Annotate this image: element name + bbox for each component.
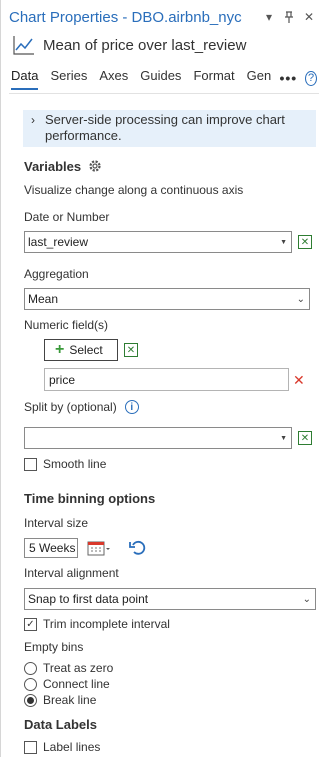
variables-description: Visualize change along a continuous axis: [24, 183, 244, 197]
interval-alignment-dropdown[interactable]: Snap to first data point ⌄: [24, 588, 316, 610]
aggregation-value: Mean: [28, 292, 59, 306]
radio-treat-zero-label: Treat as zero: [43, 661, 114, 675]
trim-row: ✓ Trim incomplete interval: [24, 617, 170, 631]
tab-axes[interactable]: Axes: [99, 66, 128, 90]
radio-break-line[interactable]: [24, 693, 37, 707]
select-fields-picker-button[interactable]: ✕: [124, 343, 138, 357]
chevron-right-icon: ›: [31, 113, 35, 127]
reset-icon[interactable]: [129, 539, 147, 559]
split-by-row: Split by (optional) i: [24, 400, 139, 414]
empty-bins-label: Empty bins: [24, 640, 84, 654]
pane-title-controls: ▾ ✕: [262, 10, 316, 24]
split-by-dropdown[interactable]: ▼: [24, 427, 292, 449]
remove-field-icon[interactable]: ✕: [293, 372, 305, 389]
dropdown-arrow-icon: ▼: [280, 238, 287, 246]
label-lines-label: Label lines: [43, 740, 101, 754]
select-fields-button[interactable]: + Select: [44, 339, 118, 361]
chevron-down-icon: ⌄: [296, 293, 305, 305]
chevron-down-icon[interactable]: ▾: [262, 10, 276, 24]
interval-size-value: 5 Weeks: [29, 541, 76, 555]
aggregation-label: Aggregation: [24, 267, 89, 281]
interval-size-input[interactable]: 5 Weeks: [24, 538, 78, 558]
radio-break-line-label: Break line: [43, 693, 97, 707]
more-tabs-icon[interactable]: •••: [279, 70, 297, 86]
info-icon[interactable]: i: [124, 400, 139, 414]
tab-data[interactable]: Data: [11, 66, 39, 90]
interval-alignment-value: Snap to first data point: [28, 592, 149, 606]
data-labels-heading: Data Labels: [24, 717, 97, 732]
field-picker-button[interactable]: ✕: [298, 235, 312, 249]
aggregation-dropdown[interactable]: Mean ⌄: [24, 288, 310, 310]
tab-divider: [9, 93, 319, 94]
label-lines-checkbox[interactable]: [24, 740, 37, 754]
radio-treat-zero-row: Treat as zero: [24, 661, 113, 675]
tab-strip: Data Series Axes Guides Format General •…: [11, 66, 317, 90]
select-button-label: Select: [69, 343, 103, 357]
radio-connect-line-row: Connect line: [24, 677, 110, 691]
interval-alignment-label: Interval alignment: [24, 566, 119, 580]
variables-heading-row: Variables: [24, 158, 103, 174]
banner-text: Server-side processing can improve chart…: [45, 112, 285, 143]
tab-format[interactable]: Format: [193, 66, 234, 90]
label-lines-row: Label lines: [24, 740, 100, 754]
smooth-line-label: Smooth line: [43, 457, 107, 471]
help-icon[interactable]: ?: [305, 70, 317, 86]
split-by-label: Split by (optional): [24, 400, 117, 414]
pane-title: Chart Properties - DBO.airbnb_nyc: [9, 9, 242, 26]
tab-general[interactable]: General: [247, 66, 272, 90]
smooth-line-checkbox[interactable]: [24, 457, 37, 471]
radio-break-line-row: Break line: [24, 693, 96, 707]
date-number-value: last_review: [28, 235, 89, 249]
tab-series[interactable]: Series: [50, 66, 87, 90]
trim-label: Trim incomplete interval: [43, 617, 170, 631]
chart-properties-pane: Chart Properties - DBO.airbnb_nyc ▾ ✕ Me…: [0, 0, 324, 757]
numeric-field-value: price: [49, 372, 76, 387]
server-side-banner[interactable]: › Server-side processing can improve cha…: [23, 110, 316, 147]
line-chart-icon: [13, 36, 34, 55]
chevron-down-icon: ⌄: [302, 593, 311, 605]
gear-icon[interactable]: [87, 158, 103, 174]
chart-subtitle: Mean of price over last_review: [13, 33, 246, 57]
numeric-field-entry[interactable]: price: [44, 368, 289, 391]
pin-icon[interactable]: [282, 10, 296, 24]
variables-heading: Variables: [24, 158, 82, 174]
dropdown-arrow-icon: ▼: [280, 434, 287, 442]
date-number-label: Date or Number: [24, 210, 110, 224]
interval-size-label: Interval size: [24, 516, 89, 530]
tab-guides[interactable]: Guides: [140, 66, 181, 90]
date-number-dropdown[interactable]: last_review ▼: [24, 231, 292, 253]
radio-treat-zero[interactable]: [24, 661, 37, 675]
trim-checkbox[interactable]: ✓: [24, 617, 37, 631]
radio-connect-line-label: Connect line: [43, 677, 110, 691]
time-binning-heading: Time binning options: [24, 491, 156, 506]
plus-icon: +: [55, 341, 65, 358]
smooth-line-row: Smooth line: [24, 457, 106, 471]
split-by-picker-button[interactable]: ✕: [298, 431, 312, 445]
numeric-fields-label: Numeric field(s): [24, 318, 109, 332]
chart-name: Mean of price over last_review: [43, 36, 247, 54]
calendar-icon[interactable]: [87, 540, 111, 559]
close-icon[interactable]: ✕: [302, 10, 316, 24]
radio-connect-line[interactable]: [24, 677, 37, 691]
